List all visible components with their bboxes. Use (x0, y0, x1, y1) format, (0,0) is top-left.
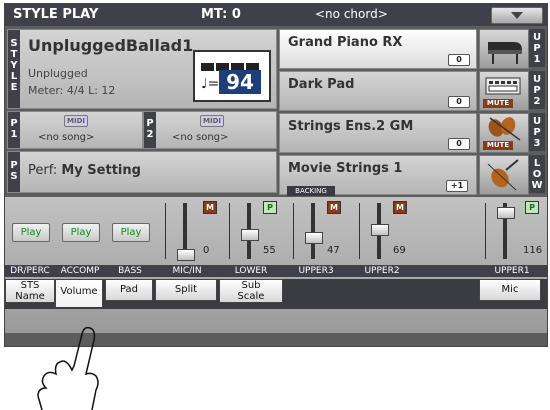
sound-name: Strings Ens.2 GM (288, 119, 414, 134)
style-meter: Meter: 4/4 L: 12 (28, 84, 116, 97)
fader-value: 116 (523, 245, 543, 256)
channel-label: UPPER3 (283, 265, 349, 277)
mute-toggle[interactable]: M (203, 201, 217, 214)
play-button[interactable]: Play (12, 223, 50, 242)
play-button[interactable]: Play (62, 223, 100, 242)
player-1-panel[interactable]: P1 MIDI <no song> (7, 111, 143, 149)
style-bank: Unplugged (28, 67, 88, 80)
violin-icon[interactable] (479, 155, 529, 195)
backing-badge: BACKING (287, 186, 335, 196)
page-title: STYLE PLAY (13, 7, 99, 22)
strings-ensemble-icon[interactable]: MUTE (479, 113, 529, 153)
channel-label: UPPER2 (349, 265, 415, 277)
fader-value: 69 (393, 245, 406, 256)
tempo-display[interactable]: ♩= 94 (193, 50, 271, 102)
octave-badge: 0 (448, 96, 470, 108)
channel-upper3: M 47 UPPER3 (283, 197, 350, 333)
channel-accomp: Play ACCOMP (55, 197, 106, 333)
fader-value: 55 (263, 245, 276, 256)
midi-badge: MIDI (200, 115, 224, 127)
sound-slot-upper1[interactable]: Grand Piano RX 0 (279, 29, 477, 69)
master-transpose: MT: 0 (201, 7, 241, 22)
sound-name: Dark Pad (288, 77, 355, 92)
performance-tag: PS (8, 152, 20, 192)
player-1-tag: P1 (8, 112, 20, 148)
upper3-tag: UP3 (529, 113, 545, 151)
tab-sub-scale[interactable]: Sub Scale (219, 279, 283, 303)
chevron-down-icon (511, 12, 523, 19)
octave-badge: 0 (448, 138, 470, 150)
quarter-note-icon: ♩= (201, 76, 220, 92)
channel-label: LOWER (219, 265, 283, 277)
channel-label: ACCOMP (55, 265, 105, 277)
upper2-tag: UP2 (529, 71, 545, 109)
sound-name: Movie Strings 1 (288, 161, 403, 176)
player-2-panel[interactable]: P2 MIDI <no song> (143, 111, 277, 149)
fader-knob[interactable] (305, 231, 323, 244)
channel-bass: Play BASS (105, 197, 156, 333)
channel-label: DR/PERC (5, 265, 55, 277)
arranger-display: STYLE PLAY MT: 0 <no chord> STYLE Unplug… (4, 3, 548, 347)
play-button[interactable]: Play (112, 223, 150, 242)
style-side-tag: STYLE (8, 30, 20, 108)
play-toggle[interactable]: P (525, 201, 539, 214)
tab-split[interactable]: Split (155, 279, 217, 301)
midi-badge: MIDI (64, 115, 88, 127)
tab-volume[interactable]: Volume (55, 279, 103, 307)
octave-badge: +1 (446, 180, 468, 192)
channel-label: MIC/IN (155, 265, 219, 277)
channel-upper2: M 69 UPPER2 (349, 197, 416, 333)
mute-badge: MUTE (483, 141, 513, 150)
page-menu-button[interactable] (491, 7, 543, 24)
player-2-tag: P2 (144, 112, 156, 148)
beat-indicator (201, 56, 261, 71)
sound-slot-lower[interactable]: Movie Strings 1 BACKING +1 (279, 155, 477, 196)
tab-mic[interactable]: Mic (479, 279, 541, 301)
channel-label: UPPER1 (477, 265, 547, 277)
status-bar: STYLE PLAY MT: 0 <no chord> (5, 4, 547, 26)
grand-piano-icon[interactable] (479, 29, 529, 69)
sound-name: Grand Piano RX (288, 35, 403, 50)
style-name: UnpluggedBallad1 (28, 36, 194, 55)
player-2-song: <no song> (172, 132, 229, 143)
tab-bar: STS Name Volume Pad Split Sub Scale Mic (5, 279, 547, 309)
channel-mic-in: M 0 MIC/IN (155, 197, 220, 333)
channel-label: BASS (105, 265, 155, 277)
tab-sts-name[interactable]: STS Name (5, 279, 55, 303)
sound-slot-upper3[interactable]: Strings Ens.2 GM 0 (279, 113, 477, 153)
play-toggle[interactable]: P (263, 201, 277, 214)
synth-keyboard-icon[interactable]: MUTE (479, 71, 529, 111)
channel-dr-perc: Play DR/PERC (5, 197, 56, 333)
channel-upper1: P 116 UPPER1 (415, 197, 547, 333)
pointing-hand-icon (37, 326, 99, 410)
octave-badge: 0 (448, 54, 470, 66)
channel-lower: P 55 LOWER (219, 197, 284, 333)
mute-toggle[interactable]: M (327, 201, 341, 214)
fader-knob[interactable] (371, 224, 389, 236)
fader-value: 0 (203, 245, 210, 256)
performance-panel[interactable]: PS Perf: My Setting (7, 151, 277, 193)
mixer-area: Play DR/PERC Play ACCOMP Play BASS M 0 M… (5, 197, 547, 333)
fader-value: 47 (327, 245, 340, 256)
sound-slot-upper2[interactable]: Dark Pad 0 (279, 71, 477, 111)
tab-pad[interactable]: Pad (105, 279, 153, 301)
chord-display: <no chord> (315, 7, 388, 21)
player-1-song: <no song> (38, 132, 95, 143)
performance-name: Perf: My Setting (28, 163, 141, 178)
fader-knob[interactable] (241, 229, 259, 242)
mute-badge: MUTE (483, 99, 513, 108)
upper1-tag: UP1 (529, 29, 545, 67)
tempo-value: 94 (219, 70, 261, 94)
lower-tag: LOW (529, 155, 545, 193)
mute-toggle[interactable]: M (393, 201, 407, 214)
fader-knob[interactable] (177, 249, 195, 261)
fader-knob[interactable] (497, 206, 515, 219)
